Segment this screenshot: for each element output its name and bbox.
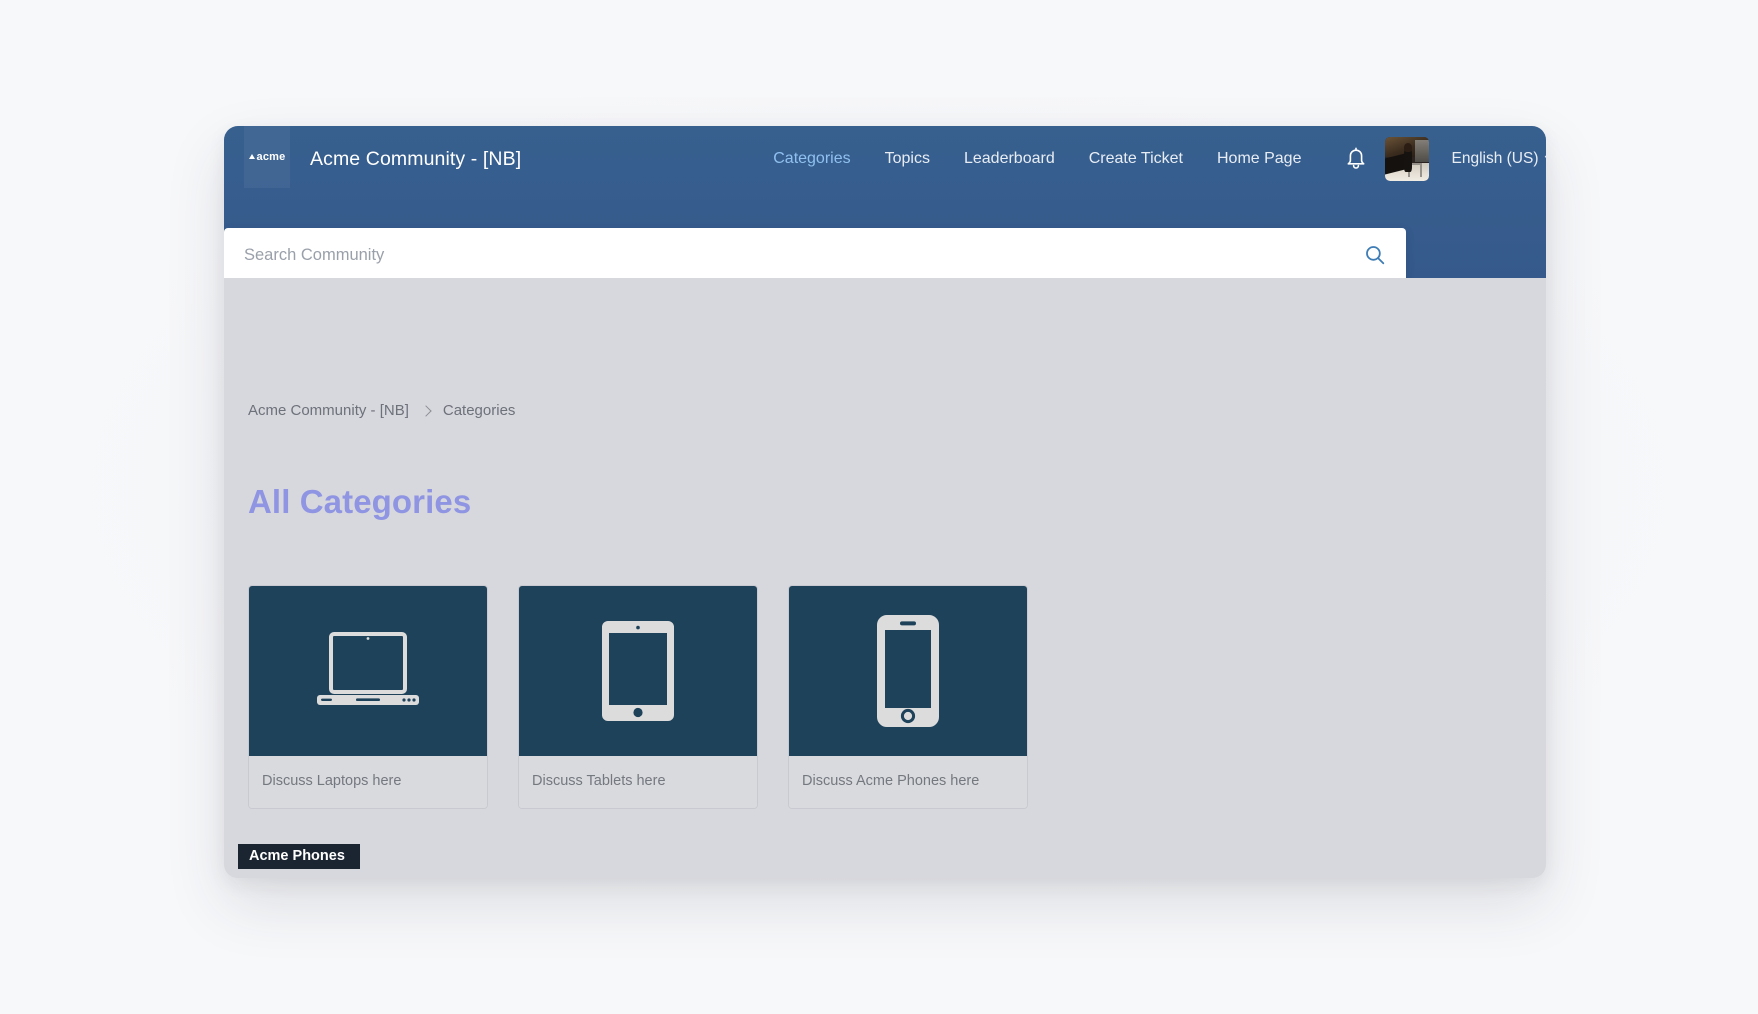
avatar-hair xyxy=(1403,142,1413,153)
category-description: Discuss Laptops here xyxy=(249,756,487,808)
breadcrumb: Acme Community - [NB] Categories xyxy=(248,278,1522,419)
app-window: acme Acme Community - [NB] Categories To… xyxy=(224,126,1546,878)
triangle-mark-icon xyxy=(248,154,255,159)
category-description: Discuss Acme Phones here xyxy=(789,756,1027,808)
user-avatar[interactable] xyxy=(1385,137,1430,181)
bell-icon xyxy=(1347,147,1365,169)
search-submit-button[interactable] xyxy=(1362,242,1388,268)
nav-item-leaderboard[interactable]: Leaderboard xyxy=(964,150,1055,168)
search-box[interactable] xyxy=(224,228,1406,282)
category-thumbnail xyxy=(249,586,487,756)
nav-item-create-ticket[interactable]: Create Ticket xyxy=(1089,150,1183,168)
page-body: Acme Community - [NB] Categories All Cat… xyxy=(224,278,1546,878)
laptop-icon xyxy=(317,632,419,705)
header-bar: acme Acme Community - [NB] Categories To… xyxy=(224,126,1546,192)
header-actions: English (US) xyxy=(1335,137,1546,181)
category-thumbnail xyxy=(519,586,757,756)
main-nav: Categories Topics Leaderboard Create Tic… xyxy=(773,150,1301,168)
search-input[interactable] xyxy=(244,245,1362,265)
nav-item-topics[interactable]: Topics xyxy=(885,150,930,168)
notifications-button[interactable] xyxy=(1335,138,1377,180)
tablet-icon xyxy=(602,621,674,721)
chevron-right-icon xyxy=(420,404,432,417)
chevron-down-icon xyxy=(1545,148,1546,164)
category-grid: Acme Laptops Discuss Laptops here Acme T… xyxy=(238,585,1522,869)
breadcrumb-item-current: Categories xyxy=(442,402,516,419)
category-thumbnail xyxy=(789,586,1027,756)
language-selector[interactable]: English (US) xyxy=(1451,148,1546,168)
phone-icon xyxy=(877,615,939,727)
avatar-wall xyxy=(1414,139,1430,162)
category-card-tablets[interactable]: Acme Tablets Discuss Tablets here xyxy=(238,585,758,869)
category-card-phones[interactable]: Acme Phones Discuss Acme Phones here xyxy=(238,585,1028,869)
site-header: acme Acme Community - [NB] Categories To… xyxy=(224,126,1546,282)
logo-mark: acme xyxy=(248,151,286,163)
breadcrumb-item-home[interactable]: Acme Community - [NB] xyxy=(248,402,409,419)
site-title: Acme Community - [NB] xyxy=(310,147,522,170)
search-area xyxy=(224,228,1406,282)
site-logo[interactable]: acme xyxy=(244,126,290,188)
language-label: English (US) xyxy=(1451,150,1539,167)
category-card-laptops[interactable]: Acme Laptops Discuss Laptops here xyxy=(238,585,488,869)
nav-item-home-page[interactable]: Home Page xyxy=(1217,150,1302,168)
page-title: All Categories xyxy=(248,483,472,520)
nav-item-categories[interactable]: Categories xyxy=(773,150,850,168)
search-icon xyxy=(1366,246,1385,265)
logo-wordmark: acme xyxy=(256,151,286,163)
category-description: Discuss Tablets here xyxy=(519,756,757,808)
